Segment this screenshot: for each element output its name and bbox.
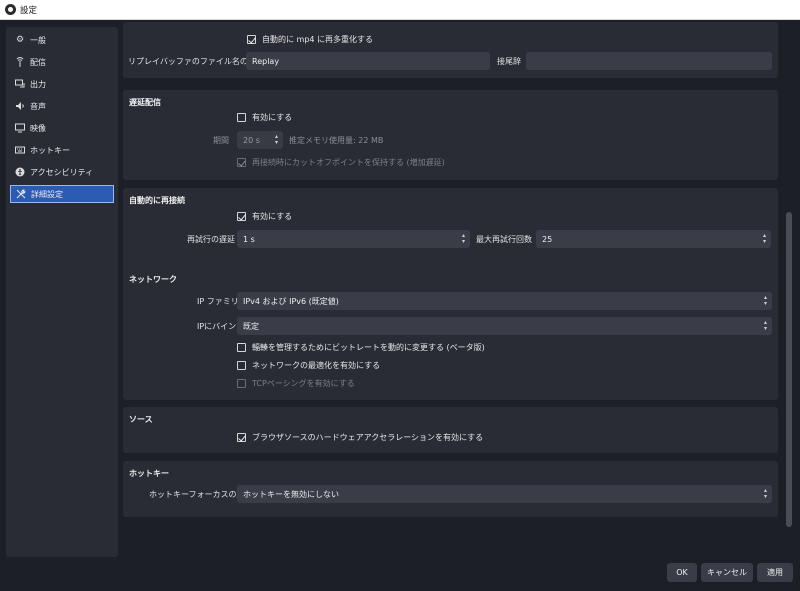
- checkbox-box[interactable]: [237, 343, 246, 352]
- checkbox-box[interactable]: [247, 35, 256, 44]
- duration-spinbox[interactable]: 20 s ▴ ▾: [237, 131, 283, 149]
- prefix-input[interactable]: Replay: [246, 52, 490, 70]
- section-title: ソース: [129, 415, 153, 424]
- checkbox-box[interactable]: [237, 113, 246, 122]
- section-title: 遅延配信: [129, 98, 161, 107]
- wrench-icon: [16, 189, 26, 199]
- antenna-icon: [15, 57, 25, 67]
- suffix-label: 接尾辞: [497, 57, 521, 66]
- reconnect-enable-checkbox[interactable]: 有効にする: [237, 211, 292, 222]
- bind-ip-value: 既定: [243, 321, 259, 331]
- ok-button[interactable]: OK: [667, 563, 697, 582]
- sidebar-item-video[interactable]: 映像: [10, 119, 114, 137]
- sidebar-item-label: 配信: [30, 57, 46, 67]
- window-title: 設定: [20, 6, 38, 16]
- monitor-icon: [15, 123, 25, 133]
- sidebar-item-label: 一般: [30, 35, 46, 45]
- checkbox-box[interactable]: [237, 158, 246, 167]
- hotkey-focus-value: ホットキーを無効にしない: [243, 489, 339, 499]
- sources-section: ソース ブラウザソースのハードウェアアクセラレーションを有効にする: [123, 407, 778, 453]
- title-bar: 設定: [0, 0, 800, 20]
- spinner-arrows-icon[interactable]: ▴ ▾: [273, 134, 280, 146]
- delay-enable-checkbox[interactable]: 有効にする: [237, 112, 292, 123]
- replay-buffer-section: 自動的に mp4 に再多重化する リプレイバッファのファイル名の接頭辞 Repl…: [123, 22, 778, 78]
- select-arrows-icon[interactable]: ▴ ▾: [762, 295, 769, 307]
- apply-button[interactable]: 適用: [757, 563, 793, 582]
- network-optimize-checkbox[interactable]: ネットワークの最適化を有効にする: [237, 360, 380, 371]
- max-retries-spinbox[interactable]: 25 ▴ ▾: [536, 230, 771, 248]
- sidebar-item-label: 詳細設定: [31, 189, 63, 199]
- checkbox-label: 再接続時にカットオフポイントを保持する (増加遅延): [252, 158, 445, 167]
- section-title: ホットキー: [129, 469, 169, 478]
- max-retries-label: 最大再試行回数: [476, 235, 532, 244]
- sidebar-item-label: アクセシビリティ: [30, 167, 94, 177]
- hotkey-focus-select[interactable]: ホットキーを無効にしない ▴ ▾: [237, 485, 772, 503]
- retry-delay-spinbox[interactable]: 1 s ▴ ▾: [237, 230, 470, 248]
- settings-sidebar: ⚙ 一般 配信 出力 音声 映像 ホットキー アクセシビリティ 詳細設定: [6, 27, 118, 557]
- sidebar-item-audio[interactable]: 音声: [10, 97, 114, 115]
- hotkeys-section: ホットキー ホットキーフォーカスの動作 ホットキーを無効にしない ▴ ▾: [123, 461, 778, 517]
- settings-content: 自動的に mp4 に再多重化する リプレイバッファのファイル名の接頭辞 Repl…: [123, 22, 780, 552]
- select-arrows-icon[interactable]: ▴ ▾: [762, 488, 769, 500]
- sidebar-item-label: 映像: [30, 123, 46, 133]
- obs-logo-icon: [5, 4, 16, 15]
- checkbox-box[interactable]: [237, 433, 246, 442]
- bind-ip-select[interactable]: 既定 ▴ ▾: [237, 317, 772, 335]
- sidebar-item-hotkeys[interactable]: ホットキー: [10, 141, 114, 159]
- section-title: 自動的に再接続: [129, 196, 185, 205]
- browser-hw-accel-checkbox[interactable]: ブラウザソースのハードウェアアクセラレーションを有効にする: [237, 432, 483, 443]
- cancel-button[interactable]: キャンセル: [701, 563, 753, 582]
- duration-label: 期間: [213, 136, 229, 145]
- sidebar-item-stream[interactable]: 配信: [10, 53, 114, 71]
- checkbox-label: 有効にする: [252, 113, 293, 122]
- sidebar-item-label: ホットキー: [30, 145, 70, 155]
- stream-delay-section: 遅延配信 有効にする 期間 20 s ▴ ▾ 推定メモリ使用量: 22 MB 再接…: [123, 90, 778, 180]
- retry-delay-label: 再試行の遅延: [187, 235, 235, 244]
- network-section: ネットワーク IP ファミリー IPv4 および IPv6 (既定値) ▴ ▾ I…: [123, 267, 778, 400]
- retry-delay-value: 1 s: [243, 234, 255, 244]
- checkbox-box[interactable]: [237, 212, 246, 221]
- checkbox-label: 輻輳を管理するためにビットレートを動的に変更する (ベータ版): [252, 343, 485, 352]
- checkbox-box[interactable]: [237, 379, 246, 388]
- sidebar-item-accessibility[interactable]: アクセシビリティ: [10, 163, 114, 181]
- suffix-input[interactable]: [526, 52, 772, 70]
- preserve-cutoff-checkbox[interactable]: 再接続時にカットオフポイントを保持する (増加遅延): [237, 157, 445, 168]
- speaker-icon: [15, 101, 25, 111]
- checkbox-label: TCPペーシングを有効にする: [252, 379, 355, 388]
- output-icon: [15, 79, 25, 89]
- sidebar-item-label: 音声: [30, 101, 46, 111]
- dynamic-bitrate-checkbox[interactable]: 輻輳を管理するためにビットレートを動的に変更する (ベータ版): [237, 342, 485, 353]
- section-title: ネットワーク: [129, 275, 177, 284]
- spinner-arrows-icon[interactable]: ▴ ▾: [761, 233, 768, 245]
- checkbox-label: ネットワークの最適化を有効にする: [252, 361, 381, 370]
- gear-icon: ⚙: [15, 35, 25, 45]
- sidebar-item-advanced[interactable]: 詳細設定: [10, 185, 114, 203]
- sidebar-item-label: 出力: [30, 79, 46, 89]
- sidebar-item-output[interactable]: 出力: [10, 75, 114, 93]
- ip-family-select[interactable]: IPv4 および IPv6 (既定値) ▴ ▾: [237, 292, 772, 310]
- sidebar-item-general[interactable]: ⚙ 一般: [10, 31, 114, 49]
- tcp-pacing-checkbox[interactable]: TCPペーシングを有効にする: [237, 378, 355, 389]
- max-retries-value: 25: [542, 234, 553, 244]
- checkbox-box[interactable]: [237, 361, 246, 370]
- content-scrollbar[interactable]: [786, 212, 792, 527]
- accessibility-icon: [15, 167, 25, 177]
- duration-value: 20 s: [243, 135, 260, 145]
- checkbox-label: ブラウザソースのハードウェアアクセラレーションを有効にする: [252, 433, 484, 442]
- select-arrows-icon[interactable]: ▴ ▾: [762, 320, 769, 332]
- auto-remux-checkbox[interactable]: 自動的に mp4 に再多重化する: [247, 34, 373, 45]
- checkbox-label: 有効にする: [252, 212, 293, 221]
- keyboard-icon: [15, 145, 25, 155]
- checkbox-label: 自動的に mp4 に再多重化する: [262, 35, 374, 44]
- spinner-arrows-icon[interactable]: ▴ ▾: [460, 233, 467, 245]
- ip-family-value: IPv4 および IPv6 (既定値): [243, 296, 339, 306]
- prefix-value: Replay: [252, 56, 280, 66]
- memory-estimate: 推定メモリ使用量: 22 MB: [289, 136, 384, 145]
